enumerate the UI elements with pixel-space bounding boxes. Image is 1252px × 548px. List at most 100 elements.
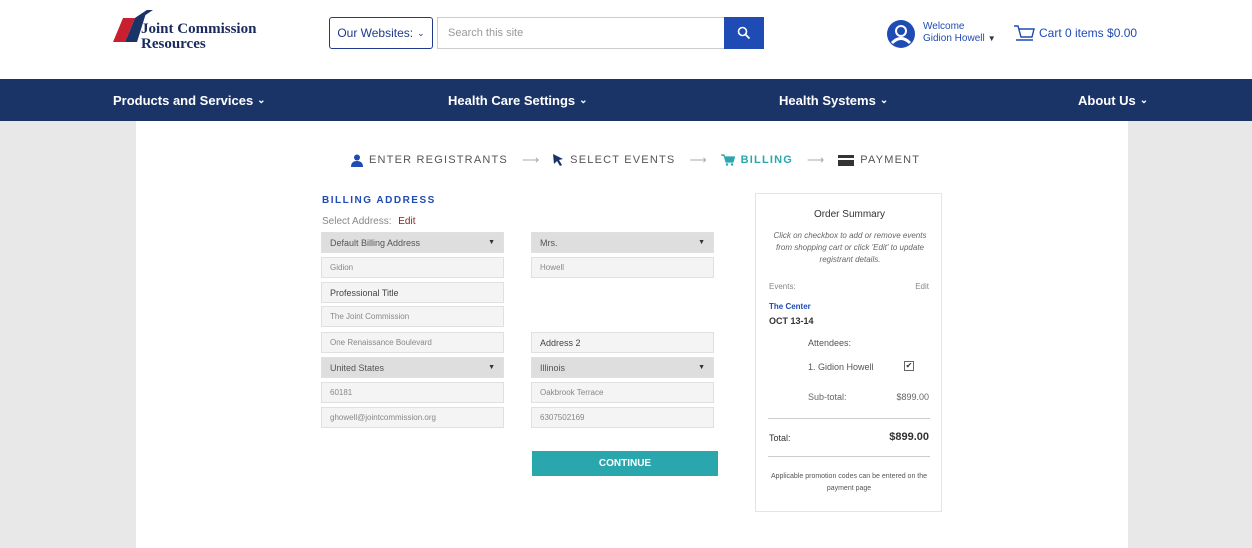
chevron-down-icon: ⌄ [879, 94, 889, 106]
caret-down-icon: ▼ [488, 364, 495, 371]
country-select[interactable]: United States ▼ [321, 357, 504, 378]
event-name-link[interactable]: The Center [769, 302, 811, 311]
checkout-steps: ENTER REGISTRANTS ⟶ SELECT EVENTS ⟶ BILL… [351, 152, 920, 168]
nav-item-health-systems[interactable]: Health Systems ⌄ [779, 79, 888, 121]
welcome-label: Welcome [923, 21, 965, 32]
attendee-name: 1. Gidion Howell [808, 362, 874, 372]
organization-value: The Joint Commission [330, 312, 410, 321]
caret-down-icon: ▼ [488, 239, 495, 246]
user-name: Gidion Howell [923, 33, 985, 44]
attendee-checkbox[interactable]: ✔ [904, 361, 914, 371]
search-input[interactable]: Search this site [437, 17, 725, 49]
chevron-down-icon: ⌄ [417, 27, 425, 38]
zip-field[interactable]: 60181 [321, 382, 504, 403]
last-name-value: Howell [540, 263, 565, 272]
promo-code-note: Applicable promotion codes can be entere… [770, 473, 928, 492]
nav-item-products-and-services[interactable]: Products and Services ⌄ [113, 79, 266, 121]
user-name-row: Gidion Howell ▼ [923, 33, 996, 45]
total-label: Total: [769, 433, 791, 443]
welcome-user-menu[interactable]: Welcome Gidion Howell ▼ [923, 21, 996, 45]
select-address-label: Select Address: [322, 216, 392, 227]
site-header: Joint Commission Resources Our Websites:… [0, 0, 1252, 79]
caret-down-icon: ▼ [698, 239, 705, 246]
step-enter-registrants: ENTER REGISTRANTS [351, 154, 508, 167]
address-select[interactable]: Default Billing Address ▼ [321, 232, 504, 253]
our-websites-dropdown[interactable]: Our Websites: ⌄ [329, 17, 433, 49]
attendees-label: Attendees: [808, 338, 852, 348]
state-value: Illinois [540, 362, 566, 373]
order-summary-description: Click on checkbox to add or remove event… [773, 231, 927, 264]
select-address-row: Select Address: Edit [322, 216, 416, 227]
salutation-select[interactable]: Mrs. ▼ [531, 232, 714, 253]
step-billing: BILLING [720, 154, 794, 166]
search-button[interactable] [724, 17, 764, 49]
shopping-cart-icon [720, 154, 735, 166]
phone-field[interactable]: 6307502169 [531, 407, 714, 428]
address-line-1-field[interactable]: One Renaissance Boulevard [321, 332, 504, 353]
phone-value: 6307502169 [540, 413, 585, 422]
nav-item-label: Products and Services [113, 92, 254, 108]
nav-item-about-us[interactable]: About Us ⌄ [1078, 79, 1148, 121]
subtotal-value: $899.00 [896, 392, 929, 402]
arrow-right-icon: ⟶ [807, 153, 825, 167]
search-placeholder: Search this site [448, 27, 524, 39]
last-name-field[interactable]: Howell [531, 257, 714, 278]
logo-line-2: Resources [141, 36, 206, 52]
professional-title-value: Professional Title [330, 287, 399, 298]
shopping-cart-icon [1014, 25, 1035, 41]
person-icon [351, 154, 363, 167]
summary-divider [768, 456, 930, 457]
organization-field[interactable]: The Joint Commission [321, 306, 504, 327]
order-summary-panel: Order Summary Click on checkbox to add o… [755, 193, 942, 512]
arrow-right-icon: ⟶ [689, 153, 707, 167]
search-icon [737, 26, 751, 40]
jcr-logo[interactable]: Joint Commission Resources [113, 10, 273, 52]
city-field[interactable]: Oakbrook Terrace [531, 382, 714, 403]
chevron-down-icon: ⌄ [257, 94, 266, 106]
step-label: ENTER REGISTRANTS [369, 154, 508, 166]
cursor-icon [553, 154, 564, 166]
events-label: Events: [769, 282, 796, 291]
total-value: $899.00 [889, 431, 929, 443]
user-avatar-icon[interactable] [887, 20, 915, 48]
first-name-field[interactable]: Gidion [321, 257, 504, 278]
step-label: BILLING [740, 154, 794, 166]
credit-card-icon [838, 154, 855, 166]
city-value: Oakbrook Terrace [540, 388, 604, 397]
address-line-2-placeholder: Address 2 [540, 337, 581, 348]
summary-divider [768, 418, 930, 419]
subtotal-label: Sub-total: [808, 392, 847, 402]
email-field[interactable]: ghowell@jointcommission.org [321, 407, 504, 428]
cart-label: Cart 0 items $0.00 [1039, 26, 1138, 40]
address-line-1-value: One Renaissance Boulevard [330, 338, 432, 347]
caret-down-icon: ▼ [698, 364, 705, 371]
select-address-edit-link[interactable]: Edit [398, 216, 415, 227]
nav-item-label: Health Care Settings [448, 92, 576, 108]
chevron-down-icon: ⌄ [579, 94, 588, 106]
logo-text: Joint Commission Resources [141, 22, 256, 52]
continue-button[interactable]: CONTINUE [532, 451, 718, 476]
nav-item-label: Health Systems [779, 92, 876, 108]
nav-item-health-care-settings[interactable]: Health Care Settings ⌄ [448, 79, 588, 121]
address-select-value: Default Billing Address [330, 237, 421, 248]
nav-item-label: About Us [1078, 92, 1136, 108]
our-websites-label: Our Websites: [337, 26, 414, 40]
country-value: United States [330, 362, 385, 373]
state-select[interactable]: Illinois ▼ [531, 357, 714, 378]
salutation-value: Mrs. [540, 237, 558, 248]
cart-link[interactable]: Cart 0 items $0.00 [1013, 24, 1137, 42]
events-edit-link[interactable]: Edit [915, 282, 929, 291]
billing-address-title: BILLING ADDRESS [322, 195, 436, 206]
professional-title-field[interactable]: Professional Title [321, 282, 504, 303]
email-value: ghowell@jointcommission.org [330, 413, 436, 422]
main-nav: Products and Services ⌄ Health Care Sett… [0, 79, 1252, 121]
arrow-right-icon: ⟶ [521, 153, 540, 167]
step-select-events: SELECT EVENTS [553, 154, 675, 166]
order-summary-title: Order Summary [813, 209, 886, 220]
step-label: SELECT EVENTS [570, 154, 676, 166]
first-name-value: Gidion [330, 263, 354, 272]
address-line-2-field[interactable]: Address 2 [531, 332, 714, 353]
step-payment: PAYMENT [838, 154, 920, 166]
step-label: PAYMENT [860, 154, 921, 166]
event-date: OCT 13-14 [769, 316, 814, 326]
